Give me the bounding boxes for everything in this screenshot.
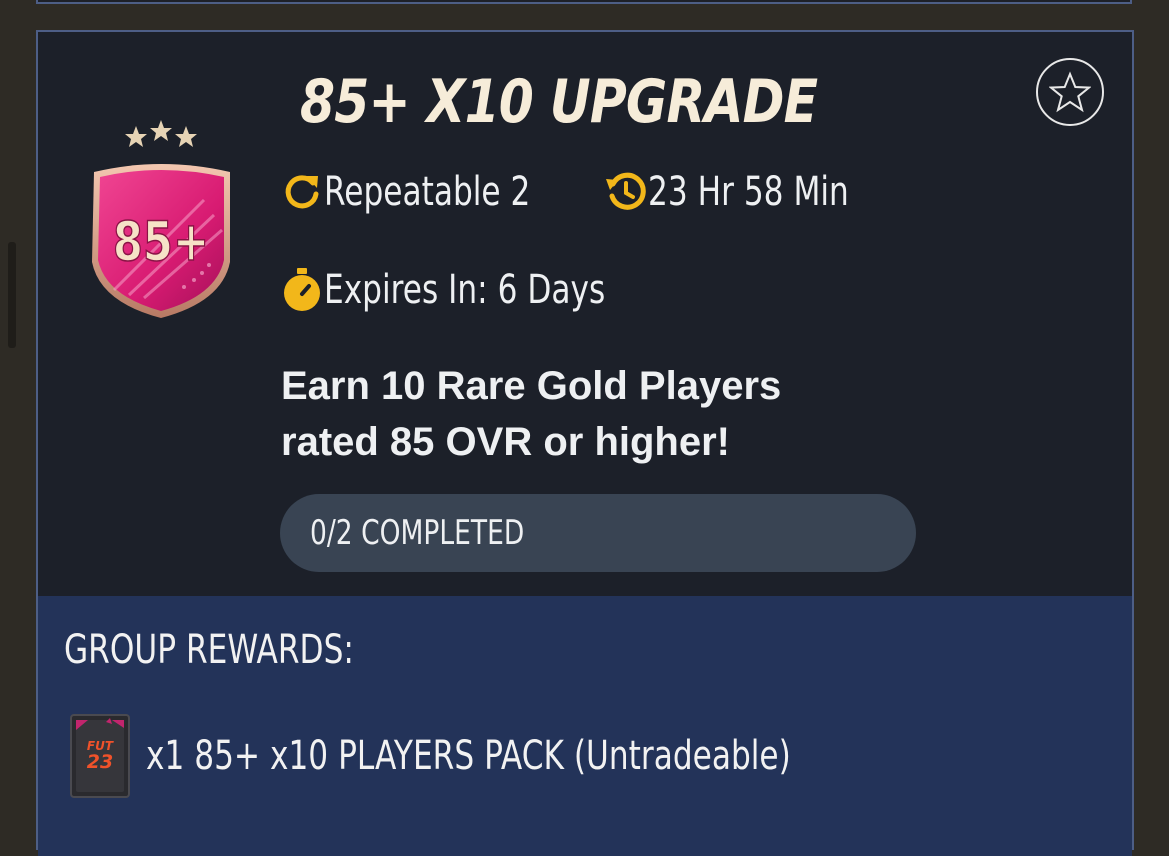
stopwatch-icon	[280, 268, 324, 312]
reward-label: x1 85+ x10 PLAYERS PACK (Untradeable)	[146, 733, 791, 779]
badge-stars	[125, 120, 197, 147]
badge-label: 85+	[113, 210, 209, 273]
progress-bar: 0/2 COMPLETED	[280, 494, 916, 572]
repeat-icon	[280, 170, 324, 214]
pack-logo-year: 23	[87, 751, 113, 773]
sbc-card[interactable]: 85+ 85+ X10 UPGRADE Repeatable 2 23 Hr 5…	[36, 30, 1134, 856]
sbc-description: Earn 10 Rare Gold Players rated 85 OVR o…	[281, 358, 921, 470]
star-outline-icon	[1049, 71, 1091, 113]
pack-icon: FUT 23	[70, 714, 130, 798]
description-line-1: Earn 10 Rare Gold Players	[281, 364, 782, 408]
repeatable-label: Repeatable 2	[324, 169, 531, 215]
description-line-2: rated 85 OVR or higher!	[281, 420, 730, 464]
expiry-row: Expires In: 6 Days	[280, 266, 685, 314]
expiry-label: Expires In: 6 Days	[324, 267, 606, 313]
refresh-timer: 23 Hr 58 Min	[648, 169, 849, 215]
previous-card-edge	[36, 0, 1132, 4]
reward-item[interactable]: FUT 23 x1 85+ x10 PLAYERS PACK (Untradea…	[70, 714, 973, 798]
favorite-button[interactable]	[1036, 58, 1104, 126]
group-rewards-title: GROUP REWARDS:	[64, 627, 354, 673]
sbc-title: 85+ X10 UPGRADE	[300, 67, 818, 137]
badge-85-icon: 85+	[92, 120, 230, 318]
progress-label: 0/2 COMPLETED	[310, 513, 525, 553]
background-scroll-mark	[8, 242, 16, 348]
repeat-row: Repeatable 2 23 Hr 58 Min	[280, 168, 849, 216]
group-rewards-panel: GROUP REWARDS: FUT 23 x1 85+ x10 PLAYERS…	[38, 596, 1132, 856]
history-clock-icon	[604, 170, 648, 214]
